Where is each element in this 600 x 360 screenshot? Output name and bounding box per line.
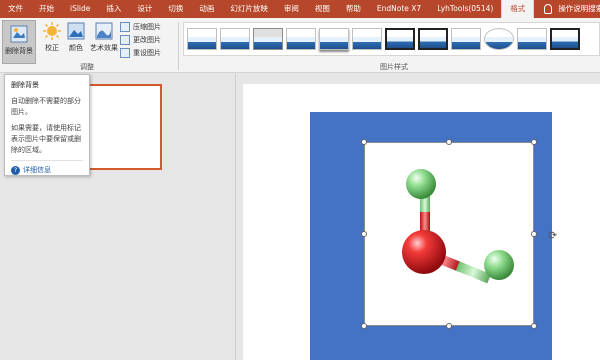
resize-handle-bottom[interactable] [446, 323, 452, 329]
adjust-small-buttons: 压缩图片 更改图片 重设图片 [120, 20, 161, 59]
reset-picture-icon [120, 47, 130, 58]
compress-icon [120, 21, 130, 32]
tab-lyhtools[interactable]: LyhTools(0514) [429, 0, 501, 18]
compress-pictures-button[interactable]: 压缩图片 [120, 20, 161, 33]
remove-background-tooltip: 删除背景 自动删除不需要的部分图片。 如果需要，请使用标记表示图片中要保留或删除… [4, 74, 90, 176]
remove-background-label: 删除背景 [5, 47, 33, 55]
tab-islide[interactable]: iSlide [62, 0, 98, 18]
resize-handle-top[interactable] [446, 139, 452, 145]
picture-styles-gallery [183, 22, 600, 56]
change-picture-icon [120, 34, 130, 45]
change-picture-button[interactable]: 更改图片 [120, 33, 161, 46]
picture-style-option[interactable] [220, 28, 250, 50]
tell-me-search[interactable]: 操作说明搜索 [534, 0, 600, 18]
hydrogen-atom-right [484, 250, 514, 280]
picture-style-option[interactable] [286, 28, 316, 50]
tooltip-description: 自动删除不需要的部分图片。 [11, 97, 81, 116]
color-label: 颜色 [69, 44, 83, 52]
tooltip-note: 如果需要，请使用标记表示图片中要保留或删除的区域。 [11, 124, 81, 154]
resize-handle-right[interactable] [531, 231, 537, 237]
remove-background-button[interactable]: 删除背景 [2, 20, 36, 64]
tooltip-more-info-link[interactable]: ? 详细信息 [11, 160, 83, 176]
picture-style-option[interactable] [352, 28, 382, 50]
picture-styles-group-label: 图片样式 [380, 63, 408, 71]
ribbon-tab-bar: 文件 开始 iSlide 插入 设计 切换 动画 幻灯片放映 审阅 视图 帮助 … [0, 0, 600, 18]
tell-me-label: 操作说明搜索 [558, 4, 600, 13]
correct-label: 校正 [45, 44, 59, 52]
tab-animations[interactable]: 动画 [191, 0, 222, 18]
help-icon: ? [11, 166, 20, 175]
art-effects-icon [95, 22, 113, 40]
resize-handle-bottom-left[interactable] [361, 323, 367, 329]
correct-button[interactable]: 校正 [42, 21, 62, 53]
oxygen-atom [402, 230, 446, 274]
tab-format[interactable]: 格式 [501, 0, 535, 18]
remove-background-icon [10, 25, 28, 43]
tab-slideshow[interactable]: 幻灯片放映 [222, 0, 276, 18]
picture-style-option[interactable] [187, 28, 217, 50]
resize-handle-left[interactable] [361, 231, 367, 237]
hydrogen-atom-top [406, 169, 436, 199]
tab-review[interactable]: 审阅 [276, 0, 307, 18]
picture-style-option[interactable] [253, 28, 283, 50]
change-picture-label: 更改图片 [133, 35, 161, 44]
reset-picture-label: 重设图片 [133, 48, 161, 57]
picture-style-option[interactable] [550, 28, 580, 50]
adjust-group-label: 调整 [80, 63, 94, 71]
tab-file[interactable]: 文件 [0, 0, 31, 18]
tab-home[interactable]: 开始 [31, 0, 62, 18]
picture-style-option[interactable] [319, 28, 349, 50]
lightbulb-icon [544, 4, 553, 14]
resize-handle-top-right[interactable] [531, 139, 537, 145]
tab-insert[interactable]: 插入 [98, 0, 129, 18]
tab-transitions[interactable]: 切换 [160, 0, 191, 18]
resize-handle-top-left[interactable] [361, 139, 367, 145]
color-button[interactable]: 颜色 [66, 21, 86, 53]
color-icon [67, 22, 85, 40]
picture-style-option[interactable] [385, 28, 415, 50]
picture-style-option[interactable] [418, 28, 448, 50]
tab-endnote[interactable]: EndNote X7 [369, 0, 429, 18]
art-effects-button[interactable]: 艺术效果 [90, 21, 118, 53]
picture-style-option[interactable] [451, 28, 481, 50]
correct-icon [43, 22, 61, 40]
compress-label: 压缩图片 [133, 22, 161, 31]
art-effects-label: 艺术效果 [90, 44, 118, 52]
tab-view[interactable]: 视图 [307, 0, 338, 18]
ribbon: 删除背景 校正 颜色 艺术效果 压缩图片 更改图片 重设图片 调整 图片样式 [0, 18, 600, 73]
tab-design[interactable]: 设计 [129, 0, 160, 18]
rotate-icon[interactable]: ⟳ [548, 229, 557, 242]
picture-style-option[interactable] [517, 28, 547, 50]
reset-picture-button[interactable]: 重设图片 [120, 46, 161, 59]
tooltip-title: 删除背景 [11, 81, 39, 89]
more-info-label: 详细信息 [23, 166, 51, 174]
tab-help[interactable]: 帮助 [338, 0, 369, 18]
resize-handle-bottom-right[interactable] [531, 323, 537, 329]
picture-style-option[interactable] [484, 28, 514, 50]
water-molecule-image [402, 169, 514, 284]
group-separator [178, 22, 179, 70]
